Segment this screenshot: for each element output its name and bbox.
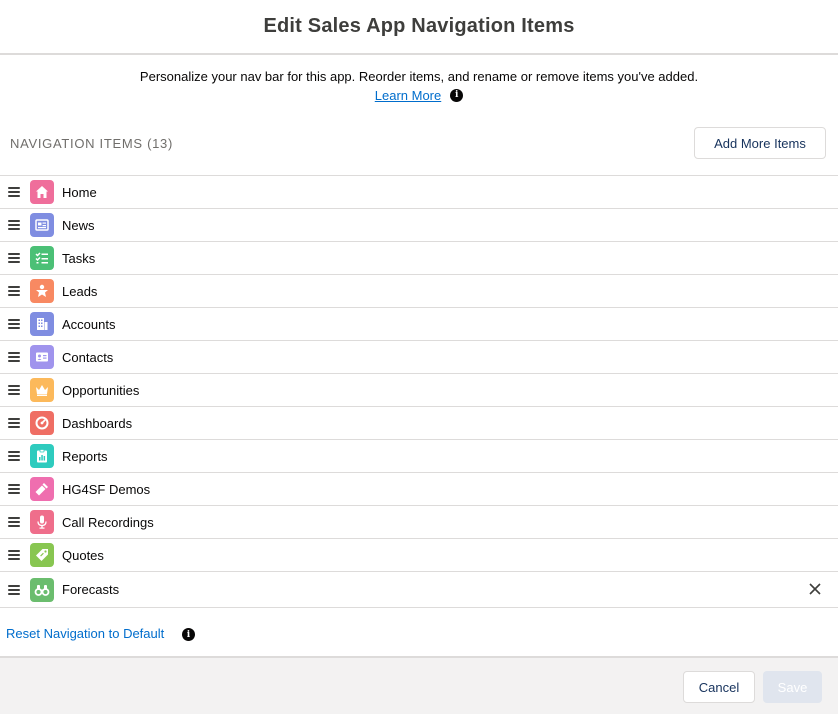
drag-handle-icon[interactable] [8,584,20,595]
drag-handle-icon[interactable] [8,319,20,329]
cancel-button[interactable]: Cancel [683,671,755,703]
save-button[interactable]: Save [763,671,822,703]
home-icon [30,180,54,204]
nav-item-contacts[interactable]: Contacts [0,341,838,374]
nav-item-label: Home [62,184,97,200]
navigation-items-heading: NAVIGATION ITEMS (13) [10,136,174,151]
drag-handle-icon[interactable] [8,286,20,296]
nav-item-label: Leads [62,283,98,299]
drag-handle-icon[interactable] [8,517,20,527]
nav-item-label: Tasks [62,250,96,266]
drag-handle-icon[interactable] [8,187,20,197]
intro-description: Personalize your nav bar for this app. R… [139,69,699,84]
drag-handle-icon[interactable] [8,484,20,494]
drag-handle-icon[interactable] [8,550,20,560]
learn-more-link[interactable]: Learn More [375,86,441,105]
info-icon[interactable]: i [182,628,195,641]
intro-text-block: Personalize your nav bar for this app. R… [0,67,838,105]
nav-item-leads[interactable]: Leads [0,275,838,308]
nav-item-label: HG4SF Demos [62,481,151,497]
nav-item-hg4sf-demos[interactable]: HG4SF Demos [0,473,838,506]
nav-item-reports[interactable]: Reports [0,440,838,473]
forecast-binoculars-icon [30,577,54,602]
opportunity-icon [30,378,54,402]
dashboard-icon [30,411,54,435]
reset-navigation-link[interactable]: Reset Navigation to Default [6,626,164,641]
nav-item-label: Accounts [62,316,116,332]
drag-handle-icon[interactable] [8,253,20,263]
lead-icon [30,279,54,303]
drag-handle-icon[interactable] [8,220,20,230]
drag-handle-icon[interactable] [8,385,20,395]
nav-item-call-recordings[interactable]: Call Recordings [0,506,838,539]
close-icon[interactable] [808,582,822,596]
modal-title: Edit Sales App Navigation Items [263,15,575,37]
nav-item-tasks[interactable]: Tasks [0,242,838,275]
nav-item-label: Dashboards [62,415,133,431]
tasks-icon [30,246,54,270]
navigation-items-list: Home News Tasks Leads Accounts Contacts Opport… [0,175,838,608]
nav-item-label: Forecasts [62,582,120,597]
nav-item-dashboards[interactable]: Dashboards [0,407,838,440]
microphone-icon [30,510,54,534]
modal-footer: Cancel Save [0,656,838,714]
nav-item-opportunities[interactable]: Opportunities [0,374,838,407]
nav-item-label: Contacts [62,349,114,365]
quote-tag-icon [30,543,54,567]
drag-handle-icon[interactable] [8,352,20,362]
nav-item-label: Call Recordings [62,514,154,530]
flashlight-icon [30,477,54,501]
drag-handle-icon[interactable] [8,451,20,461]
nav-item-label: Reports [62,448,108,464]
nav-item-forecasts[interactable]: Forecasts [0,572,838,608]
account-icon [30,312,54,336]
nav-item-label: Opportunities [62,382,140,398]
nav-item-quotes[interactable]: Quotes [0,539,838,572]
nav-item-accounts[interactable]: Accounts [0,308,838,341]
nav-item-label: News [62,217,95,233]
nav-item-label: Quotes [62,547,104,563]
nav-item-home[interactable]: Home [0,176,838,209]
add-more-items-button[interactable]: Add More Items [694,127,826,159]
news-icon [30,213,54,237]
nav-item-news[interactable]: News [0,209,838,242]
report-icon [30,444,54,468]
info-icon[interactable]: i [450,89,464,102]
drag-handle-icon[interactable] [8,418,20,428]
contact-icon [30,345,54,369]
modal-header: Edit Sales App Navigation Items [0,0,838,55]
